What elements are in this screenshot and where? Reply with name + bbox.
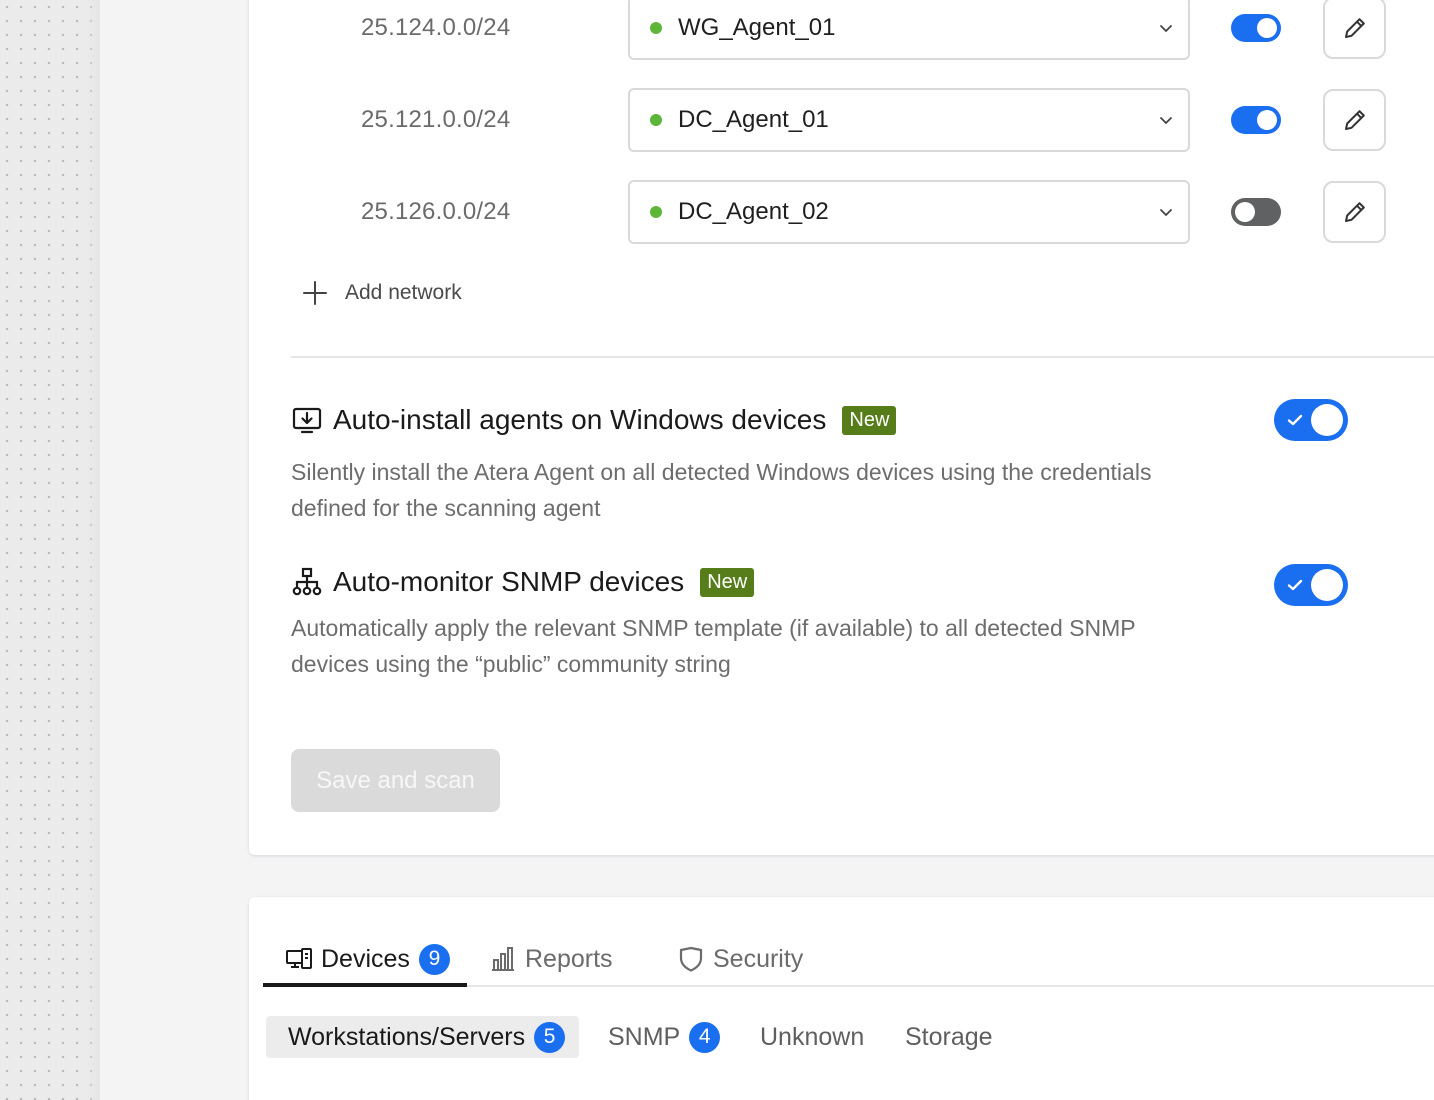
- network-row: 25.126.0.0/24 DC_Agent_02: [249, 180, 1434, 244]
- snmp-count-badge: 4: [689, 1021, 721, 1053]
- agent-status-dot: [650, 206, 662, 218]
- network-cidr: 25.121.0.0/24: [361, 106, 511, 133]
- checkmark-icon: [1287, 414, 1303, 426]
- chevron-down-icon: [1160, 117, 1172, 124]
- add-network-button[interactable]: Add network: [301, 271, 462, 315]
- monitor-download-icon: [292, 407, 322, 434]
- main-tabs: Devices 9 Reports Security: [263, 930, 1434, 988]
- network-scan-card: 25.124.0.0/24 WG_Agent_01 25.121.0.0/24 …: [249, 0, 1434, 855]
- network-row: 25.121.0.0/24 DC_Agent_01: [249, 88, 1434, 152]
- toggle-knob: [1257, 18, 1277, 38]
- devices-count-badge: 9: [418, 943, 450, 975]
- edit-network-button[interactable]: [1323, 0, 1386, 59]
- auto-install-title: Auto-install agents on Windows devices: [333, 404, 827, 435]
- tab-reports[interactable]: Reports: [489, 930, 613, 988]
- chevron-down-icon: [1160, 25, 1172, 32]
- pencil-icon: [1344, 202, 1365, 222]
- auto-monitor-title: Auto-monitor SNMP devices: [333, 566, 685, 597]
- toggle-knob: [1235, 202, 1255, 222]
- workstations-count-badge: 5: [534, 1021, 566, 1053]
- agent-select[interactable]: DC_Agent_01: [628, 88, 1190, 152]
- pencil-icon: [1344, 110, 1365, 130]
- network-enabled-toggle[interactable]: [1231, 198, 1281, 226]
- network-enabled-toggle[interactable]: [1231, 14, 1281, 42]
- save-and-scan-button[interactable]: Save and scan: [291, 749, 500, 812]
- edit-network-button[interactable]: [1323, 89, 1386, 151]
- toggle-knob: [1257, 110, 1277, 130]
- toggle-knob: [1311, 404, 1343, 436]
- subtab-snmp[interactable]: SNMP 4: [608, 1016, 721, 1058]
- network-cidr: 25.124.0.0/24: [361, 14, 511, 41]
- auto-install-section: Auto-install agents on Windows devices N…: [291, 400, 1411, 526]
- subtab-label: Unknown: [760, 1022, 865, 1051]
- new-badge: New: [700, 567, 755, 597]
- pencil-icon: [1344, 18, 1365, 38]
- tab-devices-label: Devices: [321, 944, 410, 973]
- tab-security-label: Security: [713, 944, 804, 973]
- shield-icon: [679, 946, 703, 972]
- agent-status-dot: [650, 114, 662, 126]
- subtab-label: Workstations/Servers: [288, 1022, 526, 1051]
- toggle-knob: [1311, 569, 1343, 601]
- active-tab-indicator: [263, 983, 467, 987]
- chevron-down-icon: [1160, 209, 1172, 216]
- agent-select[interactable]: DC_Agent_02: [628, 180, 1190, 244]
- auto-install-description: Silently install the Atera Agent on all …: [291, 459, 1152, 521]
- plus-icon: [303, 281, 327, 305]
- auto-install-header: Auto-install agents on Windows devices N…: [291, 400, 1411, 440]
- subtab-unknown[interactable]: Unknown: [760, 1016, 864, 1058]
- agent-select-value: DC_Agent_02: [678, 198, 829, 225]
- section-divider: [291, 356, 1434, 358]
- agent-select-value: DC_Agent_01: [678, 106, 829, 133]
- devices-card: Devices 9 Reports Security Workstations/…: [249, 897, 1434, 1100]
- edit-network-button[interactable]: [1323, 181, 1386, 243]
- subtab-workstations-servers[interactable]: Workstations/Servers 5: [266, 1016, 580, 1058]
- auto-monitor-header: Auto-monitor SNMP devices New: [291, 562, 1411, 602]
- devices-icon: [286, 948, 312, 969]
- agent-select[interactable]: WG_Agent_01: [628, 0, 1190, 60]
- dotted-background-strip: [0, 0, 100, 1100]
- auto-install-toggle[interactable]: [1274, 399, 1348, 441]
- auto-monitor-toggle[interactable]: [1274, 564, 1348, 606]
- device-subtabs: Workstations/Servers 5 SNMP 4 Unknown St…: [266, 1016, 1266, 1058]
- subtab-label: SNMP: [608, 1022, 681, 1051]
- auto-monitor-section: Auto-monitor SNMP devices New Automatica…: [291, 562, 1411, 682]
- tab-reports-label: Reports: [525, 944, 613, 973]
- new-badge: New: [842, 405, 897, 435]
- agent-status-dot: [650, 22, 662, 34]
- agent-select-value: WG_Agent_01: [678, 14, 836, 41]
- network-topology-icon: [292, 567, 322, 596]
- tab-security[interactable]: Security: [677, 930, 803, 988]
- subtab-storage[interactable]: Storage: [905, 1016, 993, 1058]
- network-row: 25.124.0.0/24 WG_Agent_01: [249, 0, 1434, 60]
- checkmark-icon: [1287, 579, 1303, 591]
- bar-chart-icon: [492, 947, 514, 971]
- network-enabled-toggle[interactable]: [1231, 106, 1281, 134]
- auto-monitor-description: Automatically apply the relevant SNMP te…: [291, 615, 1136, 677]
- tab-devices[interactable]: Devices 9: [285, 930, 450, 988]
- network-cidr: 25.126.0.0/24: [361, 198, 511, 225]
- add-network-label: Add network: [345, 281, 462, 304]
- subtab-label: Storage: [905, 1022, 993, 1051]
